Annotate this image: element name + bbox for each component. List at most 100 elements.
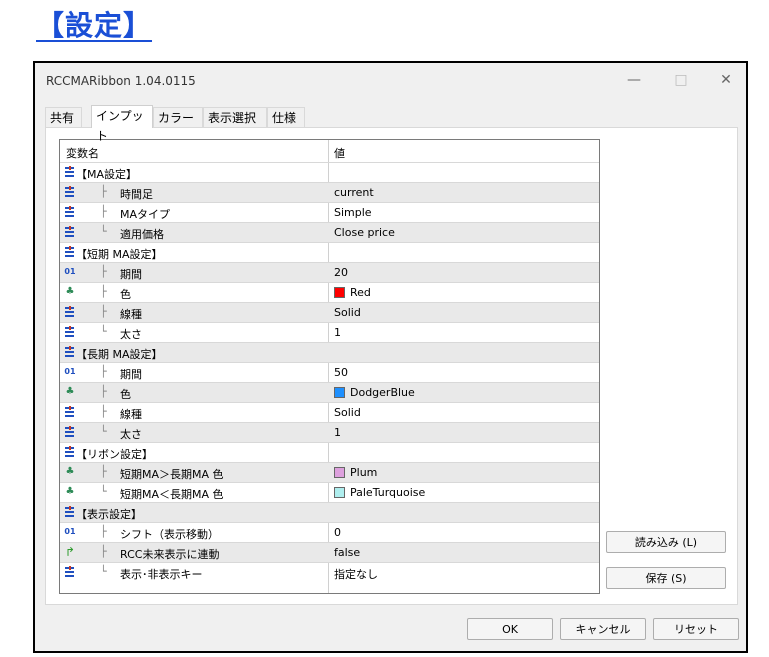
parameter-name: 短期MA＜長期MA 色 bbox=[120, 488, 224, 501]
parameter-name: シフト（表示移動） bbox=[120, 528, 219, 541]
parameter-name: 【MA設定】 bbox=[76, 168, 138, 181]
title-bar: RCCMARibbon 1.04.0115 — □ ✕ bbox=[35, 63, 746, 97]
grid-header: 変数名 値 bbox=[60, 140, 599, 162]
parameter-name: 期間 bbox=[120, 368, 142, 381]
list-icon bbox=[64, 566, 76, 578]
maximize-icon[interactable]: □ bbox=[667, 69, 695, 91]
parameter-value[interactable]: false bbox=[334, 546, 360, 559]
table-row[interactable]: ♣ ├ 色 DodgerBlue bbox=[60, 382, 599, 402]
table-row[interactable]: ├ MAタイプ Simple bbox=[60, 202, 599, 222]
tree-connector: └ bbox=[100, 225, 107, 238]
parameter-value[interactable]: 0 bbox=[334, 526, 341, 539]
tree-connector: ├ bbox=[100, 305, 107, 318]
parameter-value[interactable]: PaleTurquoise bbox=[350, 486, 425, 499]
tree-connector: ├ bbox=[100, 405, 107, 418]
integer-icon: 01 bbox=[64, 527, 76, 536]
list-icon bbox=[64, 406, 76, 418]
parameter-value[interactable]: 1 bbox=[334, 426, 341, 439]
tab-display-select[interactable]: 表示選択 bbox=[203, 107, 267, 127]
table-row[interactable]: 01 ├ 期間 20 bbox=[60, 262, 599, 282]
table-row[interactable]: ├ 時間足 current bbox=[60, 182, 599, 202]
color-icon: ♣ bbox=[65, 486, 75, 497]
table-row[interactable]: ♣ └ 短期MA＜長期MA 色 PaleTurquoise bbox=[60, 482, 599, 502]
list-icon bbox=[64, 346, 76, 358]
parameter-name: 【リボン設定】 bbox=[76, 448, 153, 461]
parameter-value[interactable]: current bbox=[334, 186, 374, 199]
save-button[interactable]: 保存 (S) bbox=[606, 567, 726, 589]
color-swatch bbox=[334, 287, 345, 298]
table-row[interactable]: └ 表示･非表示キー 指定なし bbox=[60, 562, 599, 582]
parameter-name: 太さ bbox=[120, 428, 142, 441]
parameter-name: RCC未来表示に連動 bbox=[120, 548, 220, 561]
table-row[interactable]: └ 太さ 1 bbox=[60, 422, 599, 442]
window-title: RCCMARibbon 1.04.0115 bbox=[46, 74, 196, 88]
tree-connector: ├ bbox=[100, 385, 107, 398]
table-row[interactable]: └ 太さ 1 bbox=[60, 322, 599, 342]
parameter-name: 時間足 bbox=[120, 188, 153, 201]
parameter-value[interactable]: 指定なし bbox=[334, 566, 378, 582]
load-button[interactable]: 読み込み (L) bbox=[606, 531, 726, 553]
table-row[interactable]: 01 ├ 期間 50 bbox=[60, 362, 599, 382]
table-row[interactable]: 【リボン設定】 bbox=[60, 442, 599, 462]
tree-connector: ├ bbox=[100, 265, 107, 278]
close-icon[interactable]: ✕ bbox=[712, 69, 740, 91]
parameter-value[interactable]: Solid bbox=[334, 306, 361, 319]
parameter-name: 期間 bbox=[120, 268, 142, 281]
parameter-value[interactable]: Solid bbox=[334, 406, 361, 419]
table-row[interactable]: 【表示設定】 bbox=[60, 502, 599, 522]
tab-shared[interactable]: 共有 bbox=[45, 107, 82, 127]
parameter-name: 色 bbox=[120, 288, 131, 301]
parameter-grid: 変数名 値 【MA設定】 ├ 時間足 current ├ MAタイプ Simple └ 適用価格… bbox=[59, 139, 600, 594]
table-row[interactable]: ├ 線種 Solid bbox=[60, 302, 599, 322]
color-icon: ♣ bbox=[65, 286, 75, 297]
parameter-value[interactable]: Red bbox=[350, 286, 371, 299]
ok-button[interactable]: OK bbox=[467, 618, 553, 640]
integer-icon: 01 bbox=[64, 367, 76, 376]
table-row[interactable]: ♣ ├ 短期MA＞長期MA 色 Plum bbox=[60, 462, 599, 482]
parameter-value[interactable]: 20 bbox=[334, 266, 348, 279]
color-swatch bbox=[334, 467, 345, 478]
tab-color[interactable]: カラー bbox=[153, 107, 203, 127]
table-row[interactable]: 01 ├ シフト（表示移動） 0 bbox=[60, 522, 599, 542]
tree-connector: ├ bbox=[100, 465, 107, 478]
parameter-name: MAタイプ bbox=[120, 208, 171, 221]
parameter-name: 表示･非表示キー bbox=[120, 568, 203, 581]
bool-icon: ↱ bbox=[64, 545, 76, 559]
column-header-name: 変数名 bbox=[66, 147, 99, 160]
parameter-name: 色 bbox=[120, 388, 131, 401]
parameter-value[interactable]: Simple bbox=[334, 206, 372, 219]
parameter-value[interactable]: 50 bbox=[334, 366, 348, 379]
tab-panel: 変数名 値 【MA設定】 ├ 時間足 current ├ MAタイプ Simple └ 適用価格… bbox=[45, 127, 738, 605]
tree-connector: └ bbox=[100, 325, 107, 338]
parameter-value[interactable]: DodgerBlue bbox=[350, 386, 415, 399]
table-row[interactable]: 【短期 MA設定】 bbox=[60, 242, 599, 262]
parameter-name: 線種 bbox=[120, 308, 142, 321]
list-icon bbox=[64, 186, 76, 198]
list-icon bbox=[64, 326, 76, 338]
minimize-icon[interactable]: — bbox=[620, 69, 648, 91]
tree-connector: └ bbox=[100, 565, 107, 578]
parameter-value[interactable]: Plum bbox=[350, 466, 377, 479]
table-row[interactable]: 【長期 MA設定】 bbox=[60, 342, 599, 362]
table-row[interactable]: ↱ ├ RCC未来表示に連動 false bbox=[60, 542, 599, 562]
table-row[interactable]: └ 適用価格 Close price bbox=[60, 222, 599, 242]
parameter-value[interactable]: Close price bbox=[334, 226, 395, 239]
parameter-name: 短期MA＞長期MA 色 bbox=[120, 468, 224, 481]
tree-connector: └ bbox=[100, 485, 107, 498]
table-row[interactable]: ♣ ├ 色 Red bbox=[60, 282, 599, 302]
color-swatch bbox=[334, 487, 345, 498]
table-row[interactable]: ├ 線種 Solid bbox=[60, 402, 599, 422]
tab-spec[interactable]: 仕様 bbox=[267, 107, 305, 127]
table-row[interactable]: 【MA設定】 bbox=[60, 162, 599, 182]
tree-connector: ├ bbox=[100, 545, 107, 558]
settings-dialog: RCCMARibbon 1.04.0115 — □ ✕ 共有 インプット カラー… bbox=[33, 61, 748, 653]
reset-button[interactable]: リセット bbox=[653, 618, 739, 640]
cancel-button[interactable]: キャンセル bbox=[560, 618, 646, 640]
tab-input[interactable]: インプット bbox=[91, 105, 153, 143]
tree-connector: ├ bbox=[100, 525, 107, 538]
parameter-value[interactable]: 1 bbox=[334, 326, 341, 339]
tree-connector: ├ bbox=[100, 185, 107, 198]
tree-connector: ├ bbox=[100, 285, 107, 298]
parameter-name: 線種 bbox=[120, 408, 142, 421]
parameter-name: 太さ bbox=[120, 328, 142, 341]
